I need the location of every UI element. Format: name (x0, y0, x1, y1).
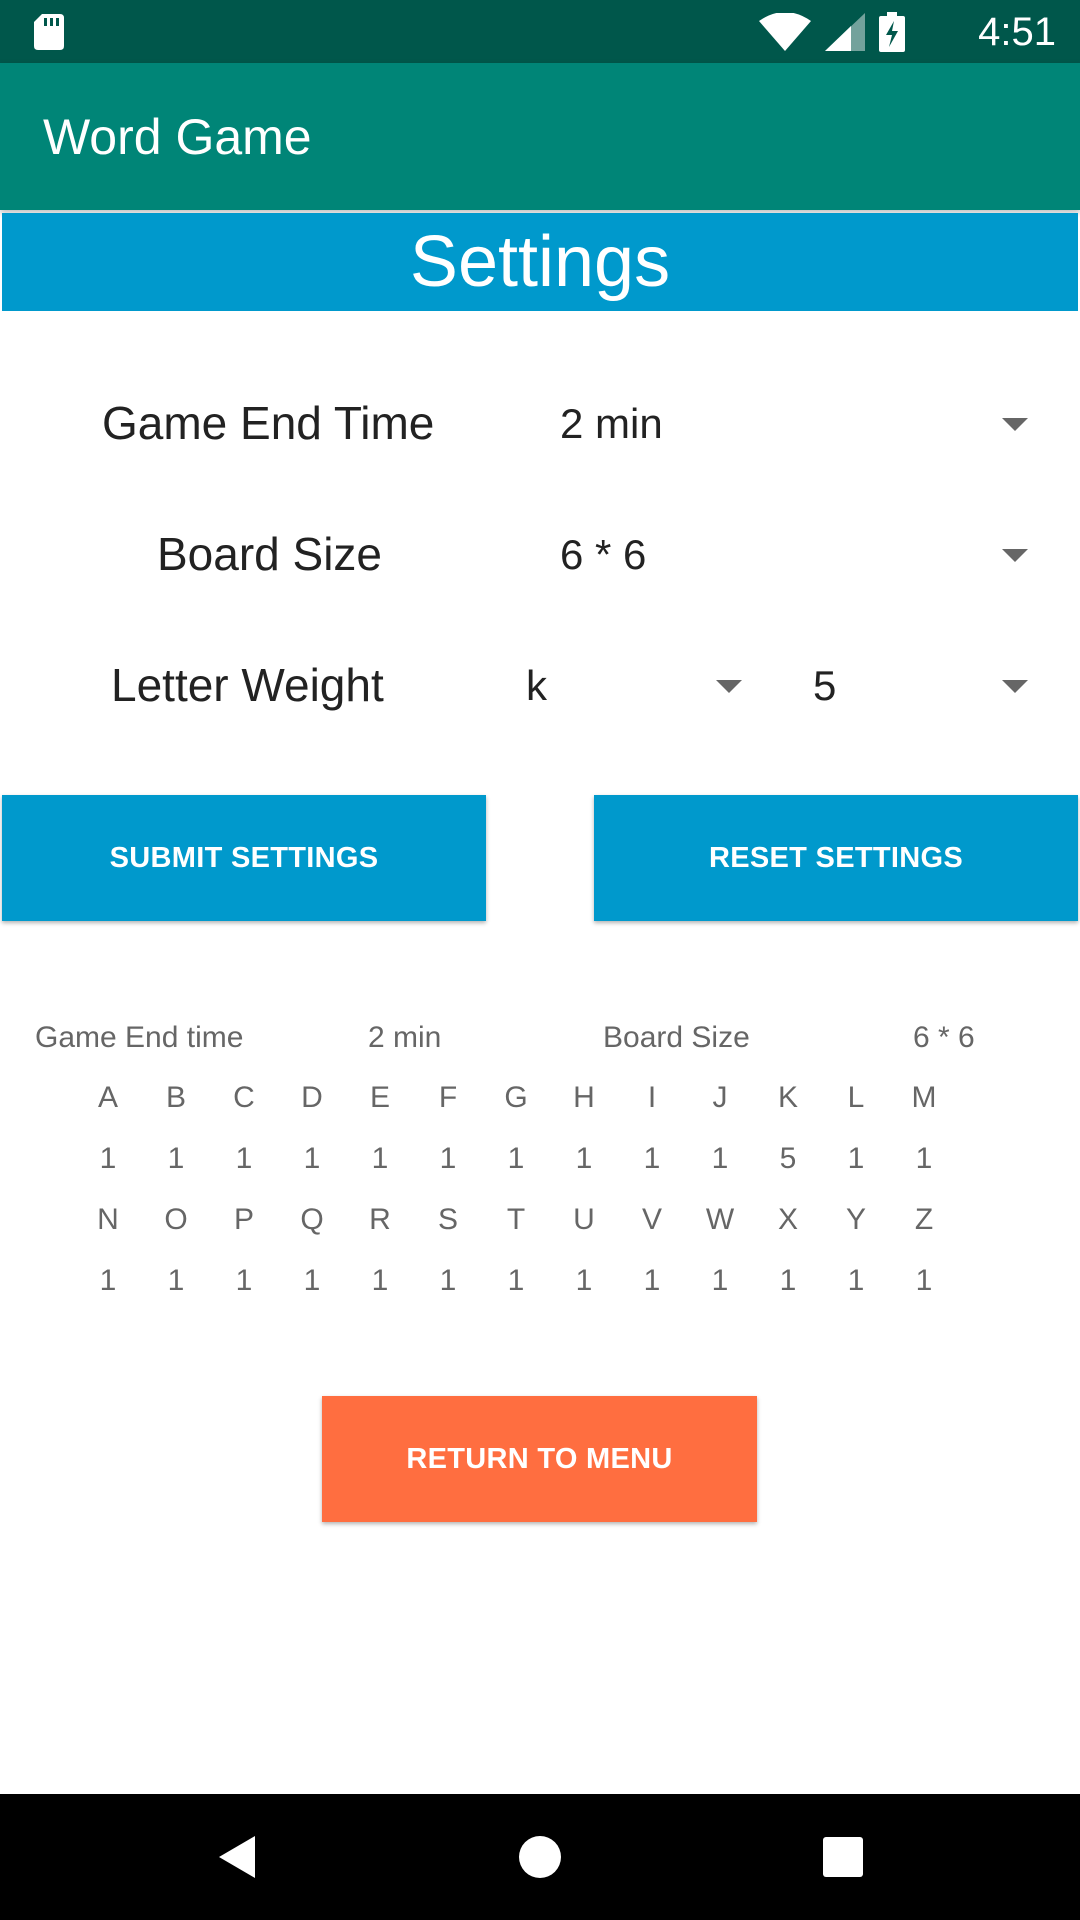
return-to-menu-button[interactable]: RETURN TO MENU (322, 1396, 757, 1522)
dropdown-arrow-icon (1002, 680, 1028, 693)
letter-spinner[interactable]: k (526, 646, 742, 726)
game-end-time-label: Game End Time (102, 397, 435, 449)
grid-letter: A (97, 1081, 118, 1114)
board-size-label: Board Size (157, 528, 383, 580)
grid-weight: 1 (711, 1264, 729, 1297)
game-end-time-spinner[interactable]: 2 min (560, 384, 1028, 464)
grid-letter: Z (914, 1203, 934, 1236)
summary-game-end-label: Game End time (35, 1021, 244, 1054)
summary-game-end-value: 2 min (368, 1021, 442, 1054)
grid-weight: 1 (235, 1264, 253, 1297)
grid-letter: C (233, 1081, 255, 1114)
board-size-spinner[interactable]: 6 * 6 (560, 515, 1028, 595)
reset-settings-button[interactable]: RESET SETTINGS (594, 795, 1078, 921)
weight-spinner[interactable]: 5 (813, 646, 1028, 726)
status-time: 4:51 (978, 10, 1056, 54)
grid-weight: 1 (439, 1264, 457, 1297)
grid-letter: H (573, 1081, 595, 1114)
grid-letter: J (712, 1081, 728, 1114)
grid-letter: Y (845, 1203, 866, 1236)
grid-weight: 1 (915, 1142, 933, 1175)
back-icon[interactable] (203, 1822, 273, 1892)
grid-weight: 1 (303, 1142, 321, 1175)
dropdown-arrow-icon (716, 680, 742, 693)
grid-weight: 1 (235, 1142, 253, 1175)
grid-weight: 1 (99, 1142, 117, 1175)
grid-weight: 1 (439, 1142, 457, 1175)
grid-weight: 1 (167, 1264, 185, 1297)
grid-letter: I (647, 1081, 657, 1114)
grid-weight: 1 (303, 1264, 321, 1297)
summary-board-size-value: 6 * 6 (913, 1021, 975, 1054)
app-title: Word Game (43, 109, 312, 165)
navigation-bar (0, 1794, 1080, 1920)
grid-letter: F (438, 1081, 458, 1114)
grid-letter: E (369, 1081, 390, 1114)
settings-banner: Settings (2, 213, 1078, 311)
cell-signal-icon (825, 13, 865, 51)
grid-letter: G (504, 1081, 528, 1114)
grid-weight: 5 (779, 1142, 797, 1175)
grid-letter: O (164, 1203, 188, 1236)
grid-weight: 1 (371, 1142, 389, 1175)
grid-letter: L (847, 1081, 865, 1114)
dropdown-arrow-icon (1002, 418, 1028, 431)
grid-weight: 1 (371, 1264, 389, 1297)
recents-icon[interactable] (808, 1822, 878, 1892)
grid-weight: 1 (711, 1142, 729, 1175)
sd-card-icon (34, 14, 64, 50)
board-size-value: 6 * 6 (560, 531, 647, 578)
grid-letter: V (641, 1203, 662, 1236)
grid-letter: R (369, 1203, 391, 1236)
weight-value: 5 (813, 662, 837, 709)
grid-letter: S (437, 1203, 458, 1236)
grid-weight: 1 (575, 1142, 593, 1175)
letter-value: k (526, 662, 547, 709)
grid-letter: P (233, 1203, 254, 1236)
summary-board-size-label: Board Size (603, 1021, 750, 1054)
battery-charging-icon (879, 12, 905, 52)
app-bar: Word Game (0, 63, 1080, 210)
grid-letter: D (301, 1081, 323, 1114)
grid-letter: M (911, 1081, 937, 1114)
grid-weight: 1 (915, 1264, 933, 1297)
grid-weight: 1 (99, 1264, 117, 1297)
game-end-time-value: 2 min (560, 400, 663, 447)
grid-weight: 1 (507, 1264, 525, 1297)
grid-letter: W (705, 1203, 735, 1236)
grid-weight: 1 (847, 1142, 865, 1175)
status-bar: 4:51 (0, 0, 1080, 63)
grid-letter: B (165, 1081, 186, 1114)
grid-letter: U (573, 1203, 595, 1236)
grid-letter: X (777, 1203, 798, 1236)
grid-letter: Q (300, 1203, 324, 1236)
letter-weight-label: Letter Weight (111, 659, 384, 711)
home-icon[interactable] (505, 1822, 575, 1892)
grid-weight: 1 (643, 1142, 661, 1175)
grid-letter: K (777, 1081, 798, 1114)
grid-weight: 1 (507, 1142, 525, 1175)
dropdown-arrow-icon (1002, 549, 1028, 562)
grid-weight: 1 (847, 1264, 865, 1297)
wifi-icon (759, 13, 811, 51)
submit-settings-button[interactable]: SUBMIT SETTINGS (2, 795, 486, 921)
grid-letter: N (97, 1203, 119, 1236)
grid-weight: 1 (167, 1142, 185, 1175)
grid-letter: T (506, 1203, 526, 1236)
grid-weight: 1 (779, 1264, 797, 1297)
grid-weight: 1 (643, 1264, 661, 1297)
grid-weight: 1 (575, 1264, 593, 1297)
